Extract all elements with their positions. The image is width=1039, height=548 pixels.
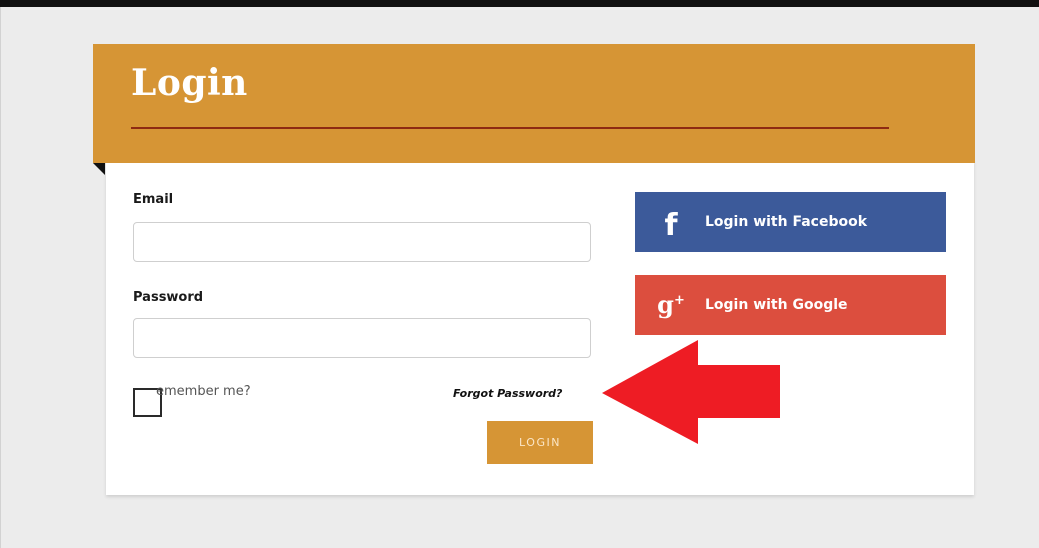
remember-me-label: emember me? [156, 384, 251, 399]
page-title: Login [131, 62, 248, 104]
login-header-banner: Login [93, 44, 975, 163]
red-arrow-icon [602, 340, 780, 444]
login-button[interactable]: LOGIN [487, 421, 593, 464]
facebook-button-label: Login with Facebook [705, 214, 868, 230]
password-field[interactable] [133, 318, 591, 358]
login-facebook-button[interactable]: f Login with Facebook [635, 192, 946, 252]
facebook-f-icon: f [664, 208, 678, 243]
page-edge [0, 7, 1, 548]
login-google-button[interactable]: g+ Login with Google [635, 275, 946, 335]
header-divider [131, 127, 889, 129]
email-field[interactable] [133, 222, 591, 262]
google-button-label: Login with Google [705, 297, 848, 313]
banner-fold [93, 163, 105, 175]
google-plus-icon: g+ [657, 290, 685, 319]
top-bar [0, 0, 1039, 7]
email-label: Email [133, 192, 174, 207]
forgot-password-link[interactable]: Forgot Password? [453, 387, 562, 400]
password-label: Password [133, 290, 204, 305]
